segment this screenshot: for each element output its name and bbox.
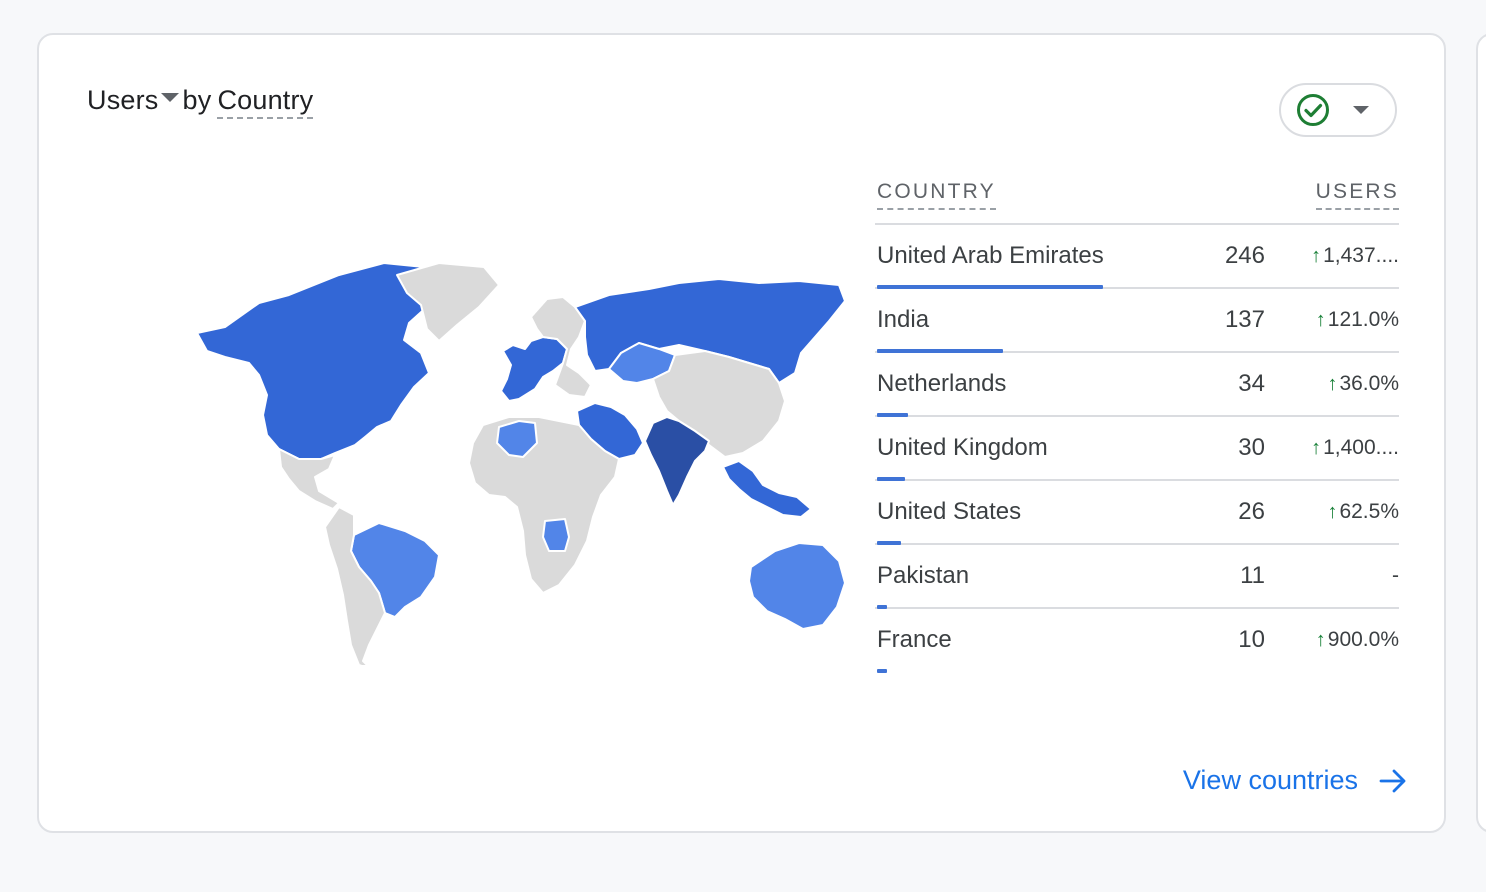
change-text: 62.5% [1339, 500, 1399, 523]
check-circle-icon [1297, 94, 1329, 126]
arrow-up-icon: ↑ [1311, 436, 1322, 459]
change-value: ↑ 121.0% [1295, 308, 1399, 332]
change-value: ↑ 900.0% [1295, 628, 1399, 652]
arrow-up-icon: ↑ [1327, 500, 1338, 523]
change-text: 1,437.... [1323, 244, 1399, 267]
change-text: 900.0% [1327, 628, 1399, 651]
users-by-country-card: Users by Country COUNTRY USERS United Ar… [37, 33, 1446, 833]
dimension-label[interactable]: Country [217, 85, 314, 119]
arrow-up-icon: ↑ [1311, 244, 1322, 267]
table-header: COUNTRY USERS [875, 175, 1399, 225]
change-text: 1,400.... [1323, 436, 1399, 459]
country-name: Pakistan [877, 562, 970, 589]
map-region-australia[interactable] [748, 542, 846, 630]
country-name: United Arab Emirates [877, 242, 1104, 269]
arrow-right-icon [1379, 769, 1406, 792]
change-text: - [1392, 564, 1399, 587]
change-value: - [1295, 564, 1399, 588]
table-row[interactable]: India 137 ↑ 121.0% [875, 289, 1399, 353]
country-name: France [877, 626, 952, 653]
table-row[interactable]: Pakistan 11 - [875, 545, 1399, 609]
users-value: 26 [1238, 498, 1265, 525]
change-value: ↑ 1,400.... [1295, 436, 1399, 460]
map-region-north-america[interactable] [196, 262, 440, 460]
table-row[interactable]: United Kingdom 30 ↑ 1,400.... [875, 417, 1399, 481]
users-value: 30 [1238, 434, 1265, 461]
world-map [196, 262, 846, 665]
country-table: COUNTRY USERS United Arab Emirates 246 ↑ 1,… [875, 175, 1399, 673]
caret-down-icon [1353, 106, 1369, 114]
arrow-up-icon: ↑ [1315, 308, 1326, 331]
map-region-africa[interactable] [468, 416, 620, 594]
column-header-country[interactable]: COUNTRY [877, 180, 996, 210]
change-text: 121.0% [1327, 308, 1399, 331]
view-countries-label: View countries [1182, 765, 1358, 795]
view-countries-link[interactable]: View countries [1183, 765, 1408, 796]
change-value: ↑ 1,437.... [1295, 244, 1399, 268]
caret-down-icon [160, 93, 179, 102]
users-value: 137 [1224, 306, 1265, 333]
table-row[interactable]: Netherlands 34 ↑ 36.0% [875, 353, 1399, 417]
country-name: United Kingdom [877, 434, 1048, 461]
country-name: United States [877, 498, 1022, 525]
change-value: ↑ 62.5% [1295, 500, 1399, 524]
table-row[interactable]: France 10 ↑ 900.0% [875, 609, 1399, 673]
adjacent-card [1476, 33, 1486, 833]
metric-label: Users [87, 85, 159, 115]
users-value: 10 [1238, 626, 1265, 653]
map-region-angola[interactable] [542, 518, 570, 552]
column-header-users[interactable]: USERS [1315, 180, 1399, 210]
table-row[interactable]: United Arab Emirates 246 ↑ 1,437.... [875, 225, 1399, 289]
metric-selector[interactable]: Users [87, 85, 183, 116]
country-name: India [877, 306, 930, 333]
users-value: 246 [1224, 242, 1265, 269]
comparison-dropdown-button[interactable] [1279, 83, 1397, 137]
change-value: ↑ 36.0% [1295, 372, 1399, 396]
title-connector: by [182, 85, 212, 115]
share-bar [877, 669, 887, 673]
map-region-europe-west[interactable] [500, 336, 568, 402]
users-value: 11 [1240, 562, 1265, 589]
map-region-southeast-asia[interactable] [722, 460, 812, 518]
users-value: 34 [1238, 370, 1265, 397]
country-name: Netherlands [877, 370, 1007, 397]
card-title: Users by Country [87, 85, 314, 119]
arrow-up-icon: ↑ [1315, 628, 1326, 651]
arrow-up-icon: ↑ [1327, 372, 1338, 395]
map-region-mexico-central-america[interactable] [278, 448, 340, 510]
table-row[interactable]: United States 26 ↑ 62.5% [875, 481, 1399, 545]
change-text: 36.0% [1339, 372, 1399, 395]
